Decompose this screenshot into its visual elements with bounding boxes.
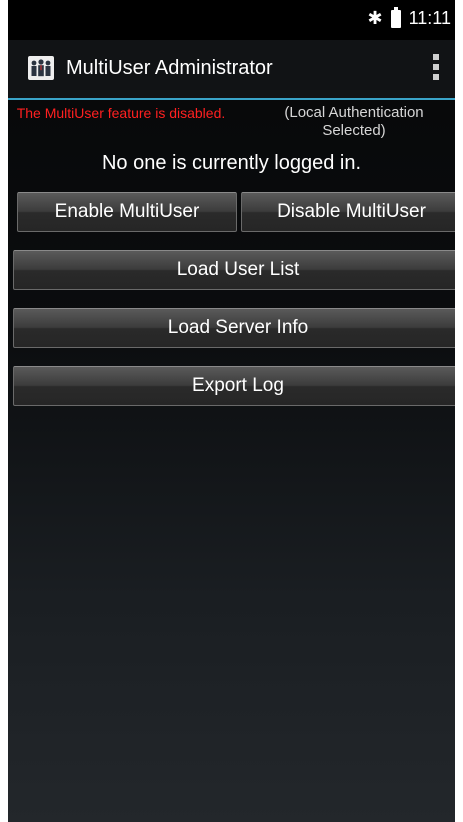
feature-state-text: The MultiUser feature is disabled. xyxy=(16,105,226,121)
enable-multiuser-button[interactable]: Enable MultiUser xyxy=(17,192,237,232)
status-bar: ✱ 11:11 xyxy=(8,0,455,40)
load-user-list-button[interactable]: Load User List xyxy=(13,250,455,290)
export-log-button[interactable]: Export Log xyxy=(13,366,455,406)
auth-mode-text: (Local Authentication Selected) xyxy=(284,104,424,139)
bluetooth-icon: ✱ xyxy=(367,8,383,28)
battery-icon xyxy=(390,6,401,28)
overflow-menu-icon[interactable] xyxy=(433,54,439,84)
app-screen: ✱ 11:11 MultiUser Administrator The Mult… xyxy=(8,0,455,822)
action-bar: MultiUser Administrator xyxy=(8,40,455,100)
app-title: MultiUser Administrator xyxy=(66,57,273,79)
login-status-text: No one is currently logged in. xyxy=(101,152,362,174)
load-server-info-button[interactable]: Load Server Info xyxy=(13,308,455,348)
multiuser-people-icon xyxy=(28,56,54,80)
disable-multiuser-button[interactable]: Disable MultiUser xyxy=(241,192,455,232)
status-icons: ✱ 11:11 xyxy=(367,6,451,29)
status-time: 11:11 xyxy=(408,8,451,28)
